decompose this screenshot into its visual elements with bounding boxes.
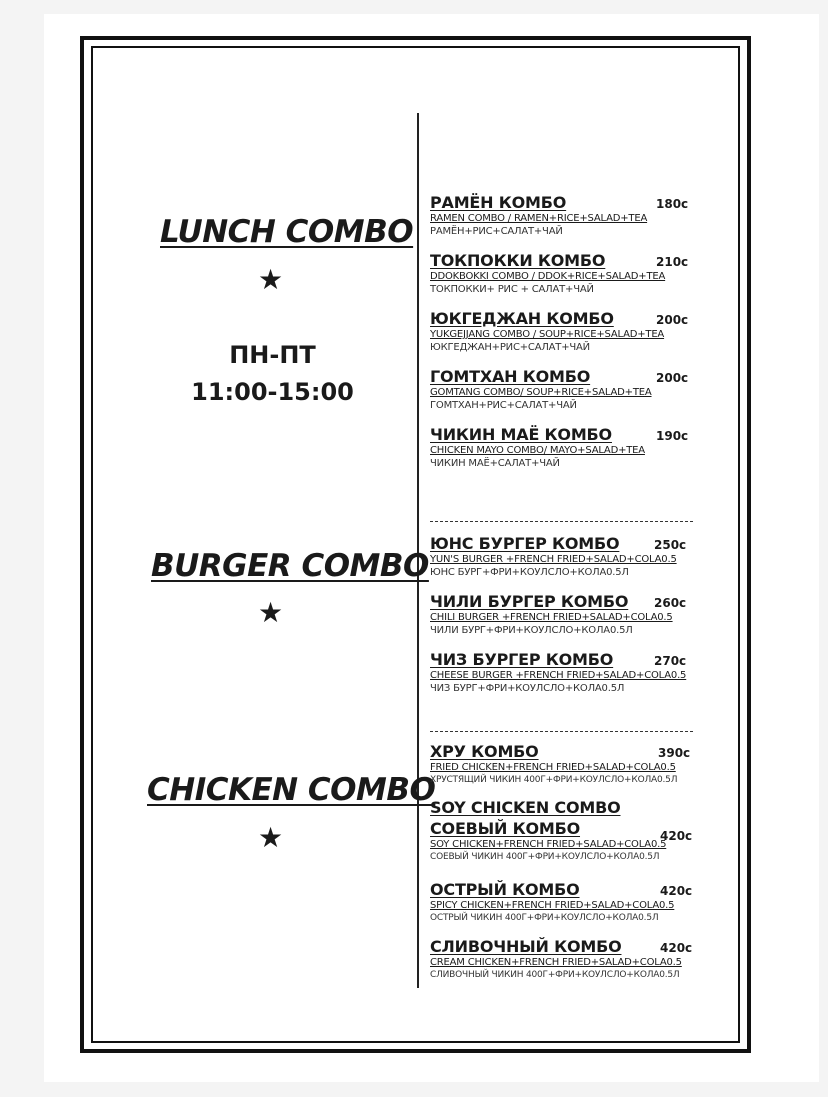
item-description-en: RAMEN COMBO / RAMEN+RICE+SALAD+TEA [430,213,648,224]
item-description-ru: ЮНС БУРГ+ФРИ+КОУЛСЛО+КОЛА0.5Л [430,567,629,578]
item-name: ХРУ КОМБО [430,742,539,761]
menu-item: СЛИВОЧНЫЙ КОМБО 420с CREAM CHICKEN+FRENC… [430,937,693,980]
item-price: 210с [656,255,689,269]
item-name: ОСТРЫЙ КОМБО [430,880,580,899]
item-price: 420с [660,884,693,898]
item-description-en: SOY CHICKEN+FRENCH FRIED+SALAD+COLA0.5 [430,839,667,850]
item-price: 260с [654,596,687,610]
chicken-combo-title: CHICKEN COMBO [147,772,436,808]
item-description-en: CREAM CHICKEN+FRENCH FRIED+SALAD+COLA0.5 [430,957,682,968]
item-description-ru: ЧИЗ БУРГ+ФРИ+КОУЛСЛО+КОЛА0.5Л [430,683,625,694]
item-price: 250с [654,538,687,552]
item-description-en: CHEESE BURGER +FRENCH FRIED+SALAD+COLA0.… [430,670,687,681]
item-name: ЮНС БУРГЕР КОМБО [430,534,620,553]
item-description-en: FRIED CHICKEN+FRENCH FRIED+SALAD+COLA0.5 [430,762,676,773]
burger-star-icon: ★ [258,596,284,629]
item-price: 200с [656,313,689,327]
menu-item: ЧИЗ БУРГЕР КОМБО 270с CHEESE BURGER +FRE… [430,650,690,694]
item-name: ЮКГЕДЖАН КОМБО [430,309,614,328]
item-description-ru: СОЕВЫЙ ЧИКИН 400Г+ФРИ+КОУЛСЛО+КОЛА0.5Л [430,852,660,862]
item-description-en: GOMTANG COMBO/ SOUP+RICE+SALAD+TEA [430,387,652,398]
item-name-alt: СОЕВЫЙ КОМБО [430,819,581,838]
section-divider [430,521,693,522]
item-description-ru: РАМЁН+РИС+САЛАТ+ЧАЙ [430,226,563,237]
item-description-ru: ЮКГЕДЖАН+РИС+САЛАТ+ЧАЙ [430,342,590,353]
lunch-days: ПН-ПТ [229,341,316,369]
item-description-ru: ОСТРЫЙ ЧИКИН 400Г+ФРИ+КОУЛСЛО+КОЛА0.5Л [430,913,659,923]
item-description-ru: ХРУСТЯЩИЙ ЧИКИН 400Г+ФРИ+КОУЛСЛО+КОЛА0.5… [430,775,678,785]
menu-item: РАМЁН КОМБО 180с RAMEN COMBO / RAMEN+RIC… [430,193,690,237]
lunch-star-icon: ★ [258,263,284,296]
menu-item: ГОМТХАН КОМБО 200с GOMTANG COMBO/ SOUP+R… [430,367,690,411]
item-price: 420с [660,941,693,955]
item-description-ru: ТОКПОККИ+ РИС + САЛАТ+ЧАЙ [430,284,594,295]
item-price: 420с [660,829,693,843]
item-description-en: YUKGEJJANG COMBO / SOUP+RICE+SALAD+TEA [430,329,665,340]
item-price: 190с [656,429,689,443]
item-description-ru: ЧИКИН МАЁ+САЛАТ+ЧАЙ [430,458,560,469]
menu-item: SOY CHICKEN COMBO СОЕВЫЙ КОМБО 420с SOY … [430,798,693,862]
item-name: ЧИЗ БУРГЕР КОМБО [430,650,614,669]
item-price: 200с [656,371,689,385]
menu-item: ТОКПОККИ КОМБО 210с DDOKBOKKI COMBO / DD… [430,251,690,295]
item-description-en: SPICY CHICKEN+FRENCH FRIED+SALAD+COLA0.5 [430,900,675,911]
item-name: ТОКПОККИ КОМБО [430,251,606,270]
item-name: ГОМТХАН КОМБО [430,367,591,386]
section-divider [430,731,693,732]
item-description-en: YUN'S BURGER +FRENCH FRIED+SALAD+COLA0.5 [430,554,677,565]
item-description-en: CHICKEN MAYO COMBO/ MAYO+SALAD+TEA [430,445,645,456]
lunch-hours: 11:00-15:00 [191,378,354,406]
chicken-star-icon: ★ [258,821,284,854]
item-description-ru: СЛИВОЧНЫЙ ЧИКИН 400Г+ФРИ+КОУЛСЛО+КОЛА0.5… [430,970,680,980]
menu-item: ХРУ КОМБО 390с FRIED CHICKEN+FRENCH FRIE… [430,742,690,785]
item-price: 180с [656,197,689,211]
burger-combo-title: BURGER COMBO [151,548,429,584]
item-name: SOY CHICKEN COMBO [430,798,621,817]
item-price: 390с [658,746,691,760]
item-name: РАМЁН КОМБО [430,193,567,212]
item-name: СЛИВОЧНЫЙ КОМБО [430,937,622,956]
menu-item: ЧИЛИ БУРГЕР КОМБО 260с CHILI BURGER +FRE… [430,592,690,636]
item-description-ru: ЧИЛИ БУРГ+ФРИ+КОУЛСЛО+КОЛА0.5Л [430,625,633,636]
item-description-ru: ГОМТХАН+РИС+САЛАТ+ЧАЙ [430,400,577,411]
item-name: ЧИКИН МАЁ КОМБО [430,425,612,444]
item-description-en: CHILI BURGER +FRENCH FRIED+SALAD+COLA0.5 [430,612,673,623]
item-price: 270с [654,654,687,668]
menu-item: ЮКГЕДЖАН КОМБО 200с YUKGEJJANG COMBO / S… [430,309,690,353]
item-name: ЧИЛИ БУРГЕР КОМБО [430,592,629,611]
menu-item: ЧИКИН МАЁ КОМБО 190с CHICKEN MAYO COMBO/… [430,425,690,469]
item-description-en: DDOKBOKKI COMBO / DDOK+RICE+SALAD+TEA [430,271,666,282]
menu-item: ОСТРЫЙ КОМБО 420с SPICY CHICKEN+FRENCH F… [430,880,693,923]
lunch-combo-title: LUNCH COMBO [160,214,414,250]
menu-item: ЮНС БУРГЕР КОМБО 250с YUN'S BURGER +FREN… [430,534,690,578]
